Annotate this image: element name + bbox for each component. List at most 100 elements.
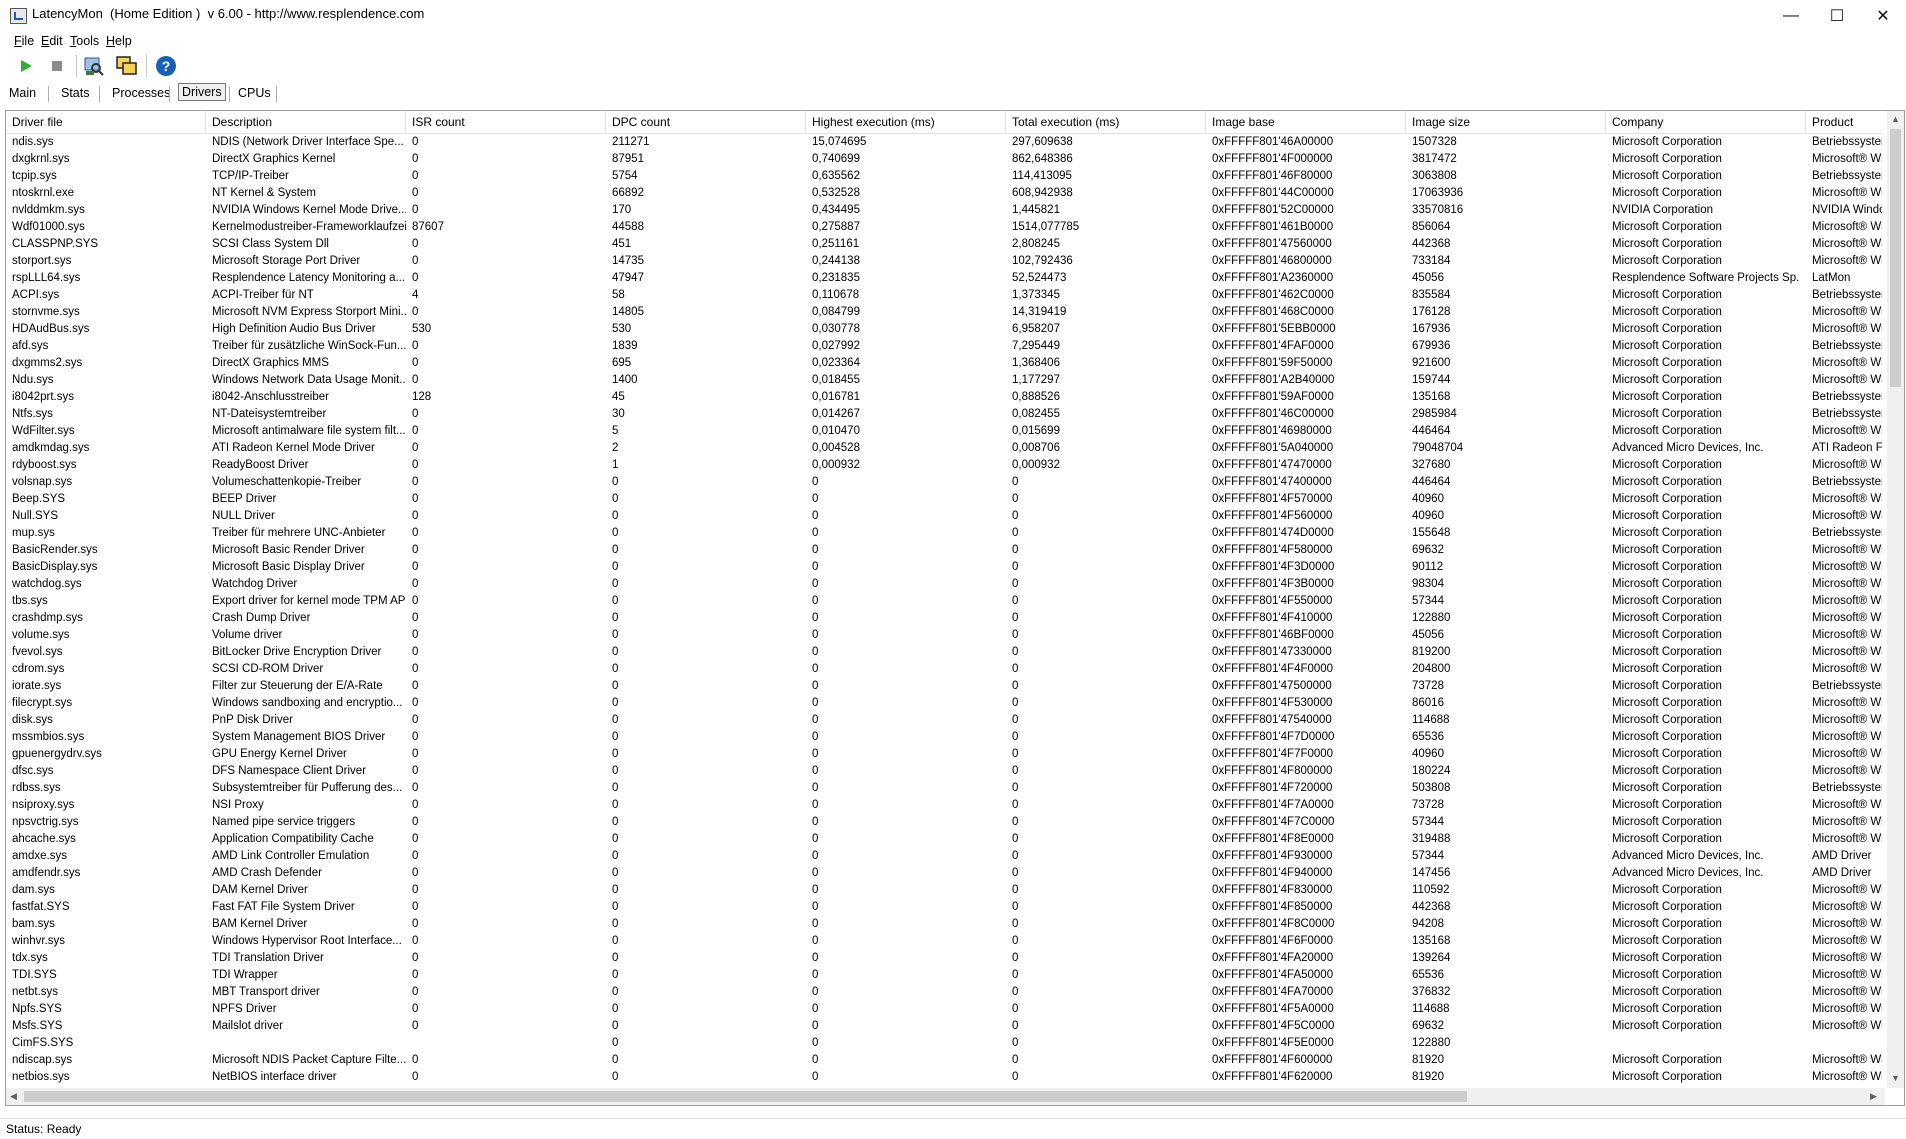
driver-lookup-button[interactable] [82,54,106,78]
table-row[interactable]: tdx.sys TDI Translation Driver 0 0 0 0 0xFFFFF… [6,950,1882,967]
table-row[interactable]: nsiproxy.sys NSI Proxy 0 0 0 0 0xFFFFF801'4F7A… [6,797,1882,814]
table-row[interactable]: BasicRender.sys Microsoft Basic Render Dr… [6,542,1882,559]
scroll-left-arrow-icon[interactable]: ◀ [10,1091,17,1102]
table-row[interactable]: ACPI.sys ACPI-Treiber für NT 4 58 0,110678 1,… [6,287,1882,304]
tab-drivers[interactable]: Drivers [178,83,226,101]
table-row[interactable]: dam.sys DAM Kernel Driver 0 0 0 0 0xFFFFF801'4… [6,882,1882,899]
vertical-scrollbar[interactable]: ▲ ▼ [1887,111,1904,1088]
col-driver-file-header[interactable]: Driver file [6,111,206,133]
table-row[interactable]: dxgmms2.sys DirectX Graphics MMS 0 695 0,023… [6,355,1882,372]
table-row[interactable]: cdrom.sys SCSI CD-ROM Driver 0 0 0 0 0xFFFFF80… [6,661,1882,678]
col-image-size-header[interactable]: Image size [1406,111,1606,133]
table-row[interactable]: amdfendr.sys AMD Crash Defender 0 0 0 0 0xFFFF… [6,865,1882,882]
table-row[interactable]: nvlddmkm.sys NVIDIA Windows Kernel Mode D… [6,202,1882,219]
col-dpc-count-cell: 0 [612,952,619,964]
table-row[interactable]: watchdog.sys Watchdog Driver 0 0 0 0 0xFFFFF80… [6,576,1882,593]
table-row[interactable]: netbios.sys NetBIOS interface driver 0 0 0 0 0… [6,1069,1882,1086]
col-image-base-header[interactable]: Image base [1206,111,1406,133]
table-row[interactable]: ndiscap.sys Microsoft NDIS Packet Capture… [6,1052,1882,1069]
table-row[interactable]: mssmbios.sys System Management BIOS Drive… [6,729,1882,746]
table-row[interactable]: crashdmp.sys Crash Dump Driver 0 0 0 0 0xFFFFF… [6,610,1882,627]
tab-processes[interactable]: Processes [110,85,172,101]
table-row[interactable]: Ndu.sys Windows Network Data Usage Monit.… [6,372,1882,389]
maximize-button[interactable]: ☐ [1814,0,1860,31]
col-total-execution-cell: 0 [1012,510,1019,522]
table-row[interactable]: volsnap.sys Volumeschattenkopie-Treiber 0 0… [6,474,1882,491]
table-row[interactable]: fvevol.sys BitLocker Drive Encryption Dri… [6,644,1882,661]
table-row[interactable]: Ntfs.sys NT-Dateisystemtreiber 0 30 0,014267… [6,406,1882,423]
table-row[interactable]: tbs.sys Export driver for kernel mode TPM… [6,593,1882,610]
table-row[interactable]: disk.sys PnP Disk Driver 0 0 0 0 0xFFFFF801'47… [6,712,1882,729]
table-row[interactable]: amdkmdag.sys ATI Radeon Kernel Mode Drive… [6,440,1882,457]
table-row[interactable]: TDI.SYS TDI Wrapper 0 0 0 0 0xFFFFF801'4FA5000… [6,967,1882,984]
table-row[interactable]: BasicDisplay.sys Microsoft Basic Display … [6,559,1882,576]
col-dpc-count-cell: 44588 [612,221,644,233]
table-row[interactable]: Beep.SYS BEEP Driver 0 0 0 0 0xFFFFF801'4F5700… [6,491,1882,508]
table-row[interactable]: winhvr.sys Windows Hypervisor Root Interf… [6,933,1882,950]
table-row[interactable]: Msfs.SYS Mailslot driver 0 0 0 0 0xFFFFF801'4F… [6,1018,1882,1035]
table-row[interactable]: ndis.sys NDIS (Network Driver Interface S… [6,134,1882,151]
scroll-up-arrow-icon[interactable]: ▲ [1891,114,1900,124]
table-row[interactable]: rdbss.sys Subsystemtreiber für Pufferung … [6,780,1882,797]
table-row[interactable]: npsvctrig.sys Named pipe service triggers… [6,814,1882,831]
menu-edit[interactable]: Edit [41,34,63,48]
table-row[interactable]: dxgkrnl.sys DirectX Graphics Kernel 0 87951… [6,151,1882,168]
table-row[interactable]: amdxe.sys AMD Link Controller Emulation 0 0… [6,848,1882,865]
vertical-scroll-thumb[interactable] [1890,129,1901,387]
tab-cpus[interactable]: CPUs [236,85,273,101]
col-description-header[interactable]: Description [206,111,406,133]
stop-button[interactable] [45,54,69,78]
table-row[interactable]: rspLLL64.sys Resplendence Latency Monitor… [6,270,1882,287]
table-row[interactable]: tcpip.sys TCP/IP-Treiber 0 5754 0,635562 114,… [6,168,1882,185]
table-row[interactable]: dfsc.sys DFS Namespace Client Driver 0 0 0 0 0… [6,763,1882,780]
table-row[interactable]: netbt.sys MBT Transport driver 0 0 0 0 0xFFFFF… [6,984,1882,1001]
col-highest-execution-header[interactable]: Highest execution (ms) [806,111,1006,133]
table-row[interactable]: ntoskrnl.exe NT Kernel & System 0 66892 0,53… [6,185,1882,202]
menu-help[interactable]: Help [106,34,132,48]
col-isr-count-header[interactable]: ISR count [406,111,606,133]
table-row[interactable]: volume.sys Volume driver 0 0 0 0 0xFFFFF801'46… [6,627,1882,644]
scroll-right-arrow-icon[interactable]: ▶ [1870,1091,1877,1102]
col-description-cell: Treiber für mehrere UNC-Anbieter [212,527,386,539]
tab-main[interactable]: Main [7,85,38,101]
col-dpc-count-header[interactable]: DPC count [606,111,806,133]
horizontal-scrollbar[interactable]: ◀ ▶ [6,1088,1885,1105]
col-highest-execution-cell: 0 [812,646,819,658]
table-row[interactable]: i8042prt.sys i8042-Anschlusstreiber 128 45 0… [6,389,1882,406]
col-description-cell: SCSI Class System Dll [212,238,329,250]
table-row[interactable]: rdyboost.sys ReadyBoost Driver 0 1 0,000932 0… [6,457,1882,474]
table-row[interactable]: ahcache.sys Application Compatibility Cac… [6,831,1882,848]
table-row[interactable]: CLASSPNP.SYS SCSI Class System Dll 0 451 0,2… [6,236,1882,253]
table-row[interactable]: iorate.sys Filter zur Steuerung der E/A-R… [6,678,1882,695]
col-company-header[interactable]: Company [1606,111,1806,133]
table-row[interactable]: Npfs.SYS NPFS Driver 0 0 0 0 0xFFFFF801'4F5A00… [6,1001,1882,1018]
table-row[interactable]: afd.sys Treiber für zusätzliche WinSock-F… [6,338,1882,355]
table-row[interactable]: CimFS.SYS 0 0 0 0xFFFFF801'4F5E0000 122880 [6,1035,1882,1052]
drivers-table[interactable]: Driver file Description ISR count DPC count… [5,110,1905,1106]
tab-stats[interactable]: Stats [59,85,92,101]
horizontal-scroll-thumb[interactable] [24,1091,1467,1102]
help-button[interactable]: ? [154,54,178,78]
table-row[interactable]: WdFilter.sys Microsoft antimalware file s… [6,423,1882,440]
close-button[interactable]: ✕ [1860,0,1906,31]
table-row[interactable]: fastfat.SYS Fast FAT File System Driver 0 0… [6,899,1882,916]
menu-tools[interactable]: Tools [70,34,99,48]
table-row[interactable]: HDAudBus.sys High Definition Audio Bus Dr… [6,321,1882,338]
scroll-down-arrow-icon[interactable]: ▼ [1891,1073,1900,1083]
table-row[interactable]: filecrypt.sys Windows sandboxing and encr… [6,695,1882,712]
col-total-execution-header[interactable]: Total execution (ms) [1006,111,1206,133]
table-row[interactable]: storport.sys Microsoft Storage Port Drive… [6,253,1882,270]
minimize-button[interactable]: — [1768,0,1814,31]
col-highest-execution-cell: 0 [812,969,819,981]
window-button[interactable] [115,54,139,78]
menu-file[interactable]: File [14,34,34,48]
table-row[interactable]: gpuenergydrv.sys GPU Energy Kernel Driver… [6,746,1882,763]
table-row[interactable]: Null.SYS NULL Driver 0 0 0 0 0xFFFFF801'4F5600… [6,508,1882,525]
table-row[interactable]: Wdf01000.sys Kernelmodustreiber-Framework… [6,219,1882,236]
table-row[interactable]: mup.sys Treiber für mehrere UNC-Anbieter 0… [6,525,1882,542]
table-row[interactable]: stornvme.sys Microsoft NVM Express Storpo… [6,304,1882,321]
play-button[interactable] [14,54,38,78]
table-row[interactable]: bam.sys BAM Kernel Driver 0 0 0 0 0xFFFFF801'4… [6,916,1882,933]
col-company-cell: Microsoft Corporation [1612,782,1722,794]
col-image-size-cell: 442368 [1412,901,1451,913]
